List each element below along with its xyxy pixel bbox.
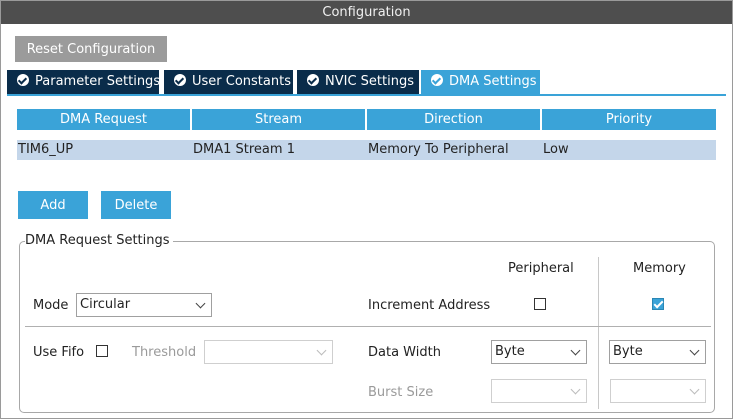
- memory-header: Memory: [633, 261, 686, 276]
- column-header-direction[interactable]: Direction: [367, 109, 540, 130]
- add-button[interactable]: Add: [18, 191, 88, 219]
- burst-size-label: Burst Size: [368, 385, 434, 400]
- peripheral-data-width-select[interactable]: Byte: [491, 340, 587, 364]
- column-divider: [598, 257, 599, 409]
- tab-label: DMA Settings: [449, 74, 537, 89]
- memory-increment-checkbox[interactable]: [652, 298, 664, 310]
- tab-user-constants[interactable]: User Constants: [164, 70, 293, 94]
- window-title: Configuration: [1, 1, 732, 24]
- configuration-window: Configuration Reset Configuration Parame…: [0, 0, 733, 419]
- column-header-stream[interactable]: Stream: [192, 109, 365, 130]
- group-title: DMA Request Settings: [25, 233, 173, 249]
- check-circle-icon: [17, 74, 29, 86]
- mode-value: Circular: [80, 297, 131, 312]
- cell-direction: Memory To Peripheral: [368, 142, 509, 157]
- chevron-down-icon: [570, 345, 581, 356]
- threshold-label: Threshold: [132, 345, 197, 360]
- data-width-label: Data Width: [368, 345, 441, 360]
- threshold-select[interactable]: [204, 340, 333, 364]
- chevron-down-icon: [570, 384, 581, 395]
- tab-label: User Constants: [192, 74, 291, 89]
- chevron-down-icon: [195, 298, 206, 309]
- section-divider: [25, 326, 711, 327]
- mode-label: Mode: [33, 298, 69, 313]
- tab-label: Parameter Settings: [35, 74, 161, 89]
- check-circle-icon: [431, 74, 443, 86]
- peripheral-data-width-value: Byte: [495, 344, 525, 359]
- peripheral-burst-size-select[interactable]: [491, 379, 587, 403]
- table-row[interactable]: TIM6_UP DMA1 Stream 1 Memory To Peripher…: [17, 140, 716, 160]
- tab-label: NVIC Settings: [325, 74, 414, 89]
- use-fifo-label: Use Fifo: [33, 345, 85, 360]
- cell-priority: Low: [543, 142, 569, 157]
- check-circle-icon: [307, 74, 319, 86]
- memory-burst-size-select[interactable]: [610, 379, 706, 403]
- peripheral-increment-checkbox[interactable]: [534, 298, 546, 310]
- cell-stream: DMA1 Stream 1: [193, 142, 295, 157]
- cell-dma-request: TIM6_UP: [18, 142, 74, 157]
- chevron-down-icon: [689, 345, 700, 356]
- memory-data-width-select[interactable]: Byte: [609, 340, 706, 364]
- tab-nvic-settings[interactable]: NVIC Settings: [297, 70, 419, 94]
- reset-configuration-button[interactable]: Reset Configuration: [15, 36, 167, 62]
- tab-underline: [7, 94, 726, 96]
- delete-button[interactable]: Delete: [101, 191, 171, 219]
- chevron-down-icon: [316, 345, 327, 356]
- check-circle-icon: [174, 74, 186, 86]
- tab-dma-settings[interactable]: DMA Settings: [421, 70, 540, 94]
- chevron-down-icon: [689, 384, 700, 395]
- use-fifo-checkbox[interactable]: [96, 345, 108, 357]
- tab-parameter-settings[interactable]: Parameter Settings: [7, 70, 161, 94]
- mode-select[interactable]: Circular: [76, 293, 212, 317]
- column-header-priority[interactable]: Priority: [542, 109, 716, 130]
- peripheral-header: Peripheral: [508, 261, 574, 276]
- increment-address-label: Increment Address: [368, 298, 491, 313]
- memory-data-width-value: Byte: [613, 344, 643, 359]
- column-header-dma-request[interactable]: DMA Request: [17, 109, 190, 130]
